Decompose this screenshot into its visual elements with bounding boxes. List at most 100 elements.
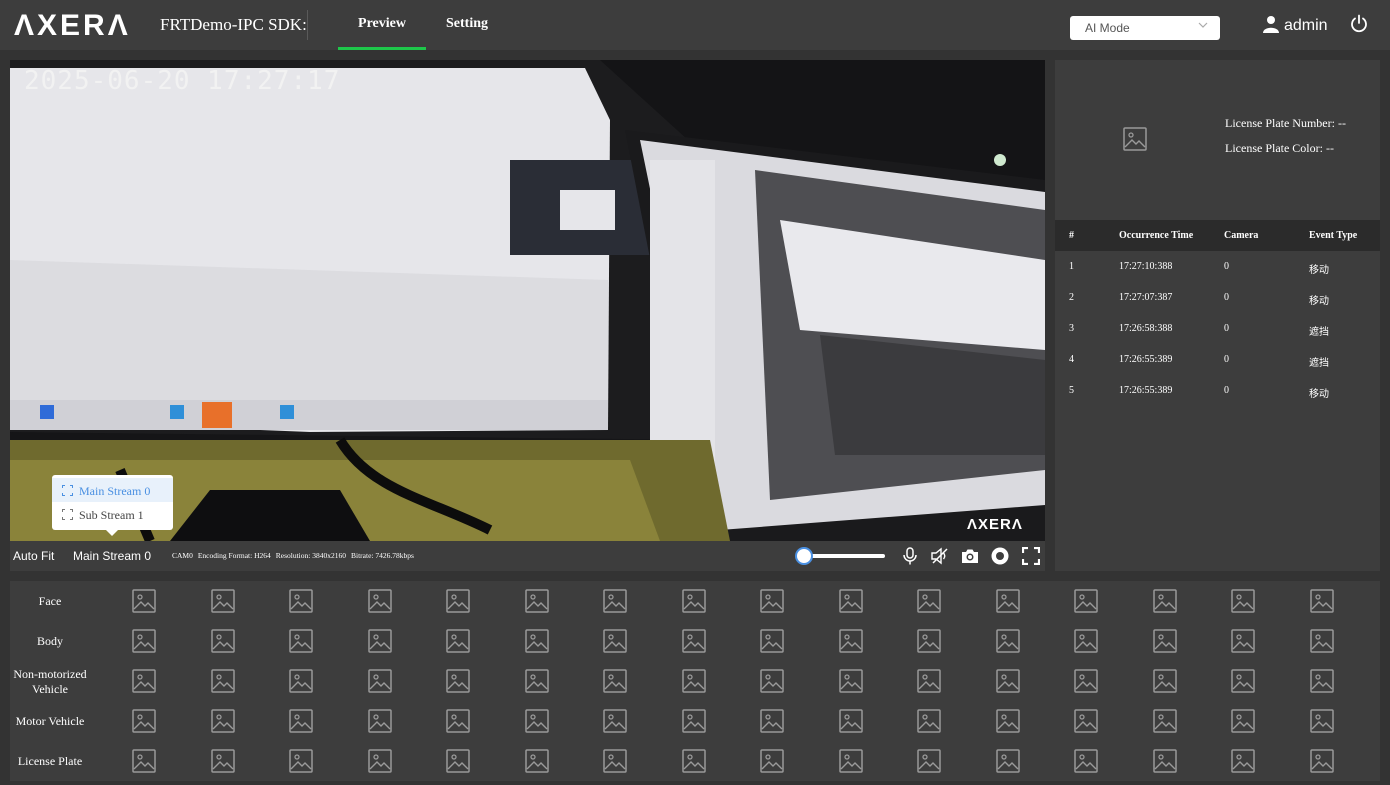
image-placeholder-icon[interactable]: [1152, 589, 1177, 613]
image-placeholder-icon[interactable]: [760, 709, 784, 733]
image-placeholder-icon[interactable]: [210, 589, 235, 613]
volume-slider-track[interactable]: [806, 554, 885, 558]
camera-snapshot-icon[interactable]: [961, 547, 979, 565]
image-placeholder-icon[interactable]: [1231, 709, 1255, 733]
table-row[interactable]: 3 17:26:58:388 0 遮挡: [1055, 282, 1380, 338]
image-placeholder-icon[interactable]: [681, 589, 706, 613]
power-icon[interactable]: [1349, 14, 1369, 34]
image-placeholder-icon[interactable]: [603, 589, 627, 613]
image-placeholder-icon[interactable]: [1152, 669, 1177, 693]
image-placeholder-icon[interactable]: [1231, 669, 1255, 693]
image-placeholder-icon[interactable]: [838, 669, 863, 693]
image-placeholder-icon[interactable]: [289, 629, 313, 653]
image-placeholder-icon[interactable]: [995, 669, 1020, 693]
user-name[interactable]: admin: [1284, 17, 1328, 35]
image-placeholder-icon[interactable]: [681, 749, 706, 773]
image-placeholder-icon[interactable]: [917, 629, 941, 653]
image-placeholder-icon[interactable]: [1231, 629, 1255, 653]
image-placeholder-icon[interactable]: [210, 709, 235, 733]
user-icon[interactable]: [1262, 15, 1280, 33]
microphone-icon[interactable]: [901, 547, 919, 565]
image-placeholder-icon[interactable]: [603, 709, 627, 733]
stream-select-button[interactable]: Main Stream 0: [73, 549, 151, 563]
fullscreen-icon[interactable]: [1022, 547, 1040, 565]
image-placeholder-icon[interactable]: [995, 589, 1020, 613]
image-placeholder-icon[interactable]: [446, 749, 470, 773]
image-placeholder-icon[interactable]: [603, 629, 627, 653]
image-placeholder-icon[interactable]: [289, 669, 313, 693]
image-placeholder-icon[interactable]: [917, 669, 941, 693]
table-row[interactable]: 2 17:27:07:387 0 移动: [1055, 251, 1380, 307]
image-placeholder-icon[interactable]: [289, 749, 313, 773]
image-placeholder-icon[interactable]: [1074, 749, 1098, 773]
stream-option-main[interactable]: Main Stream 0: [52, 478, 173, 502]
image-placeholder-icon[interactable]: [681, 629, 706, 653]
volume-slider-handle[interactable]: [795, 547, 813, 565]
image-placeholder-icon[interactable]: [524, 669, 549, 693]
image-placeholder-icon[interactable]: [1152, 709, 1177, 733]
image-placeholder-icon[interactable]: [681, 669, 706, 693]
image-placeholder-icon[interactable]: [210, 749, 235, 773]
image-placeholder-icon[interactable]: [1074, 669, 1098, 693]
image-placeholder-icon[interactable]: [446, 669, 470, 693]
image-placeholder-icon[interactable]: [838, 589, 863, 613]
image-placeholder-icon[interactable]: [367, 709, 392, 733]
image-placeholder-icon[interactable]: [1074, 589, 1098, 613]
image-placeholder-icon[interactable]: [838, 749, 863, 773]
image-placeholder-icon[interactable]: [917, 589, 941, 613]
table-row[interactable]: 4 17:26:55:389 0 遮挡: [1055, 313, 1380, 369]
image-placeholder-icon[interactable]: [289, 589, 313, 613]
table-row[interactable]: 5 17:26:55:389 0 移动: [1055, 344, 1380, 400]
image-placeholder-icon[interactable]: [760, 749, 784, 773]
image-placeholder-icon[interactable]: [446, 589, 470, 613]
image-placeholder-icon[interactable]: [132, 749, 156, 773]
image-placeholder-icon[interactable]: [603, 749, 627, 773]
image-placeholder-icon[interactable]: [917, 709, 941, 733]
image-placeholder-icon[interactable]: [210, 669, 235, 693]
image-placeholder-icon[interactable]: [367, 629, 392, 653]
image-placeholder-icon[interactable]: [289, 709, 313, 733]
image-placeholder-icon[interactable]: [524, 629, 549, 653]
image-placeholder-icon[interactable]: [760, 589, 784, 613]
table-row[interactable]: 1 17:27:10:388 0 移动: [1055, 220, 1380, 276]
image-placeholder-icon[interactable]: [1309, 669, 1334, 693]
image-placeholder-icon[interactable]: [838, 629, 863, 653]
image-placeholder-icon[interactable]: [132, 629, 156, 653]
mode-select[interactable]: AI Mode: [1070, 16, 1220, 40]
image-placeholder-icon[interactable]: [1309, 749, 1334, 773]
video-stream[interactable]: hp 2025-06-20 17:27:17 ΛXERΛ: [10, 60, 1045, 541]
image-placeholder-icon[interactable]: [1309, 629, 1334, 653]
image-placeholder-icon[interactable]: [995, 629, 1020, 653]
auto-fit-button[interactable]: Auto Fit: [13, 549, 54, 563]
record-icon[interactable]: [991, 547, 1009, 565]
image-placeholder-icon[interactable]: [446, 629, 470, 653]
image-placeholder-icon[interactable]: [524, 589, 549, 613]
image-placeholder-icon[interactable]: [760, 629, 784, 653]
image-placeholder-icon[interactable]: [760, 669, 784, 693]
image-placeholder-icon[interactable]: [524, 709, 549, 733]
image-placeholder-icon[interactable]: [1074, 709, 1098, 733]
image-placeholder-icon[interactable]: [1309, 589, 1334, 613]
stream-option-sub[interactable]: Sub Stream 1: [52, 502, 173, 526]
image-placeholder-icon[interactable]: [995, 749, 1020, 773]
image-placeholder-icon[interactable]: [1231, 749, 1255, 773]
image-placeholder-icon[interactable]: [603, 669, 627, 693]
image-placeholder-icon[interactable]: [917, 749, 941, 773]
image-placeholder-icon[interactable]: [1074, 629, 1098, 653]
image-placeholder-icon[interactable]: [132, 669, 156, 693]
image-placeholder-icon[interactable]: [132, 589, 156, 613]
image-placeholder-icon[interactable]: [367, 669, 392, 693]
image-placeholder-icon[interactable]: [838, 709, 863, 733]
image-placeholder-icon[interactable]: [367, 749, 392, 773]
tab-setting[interactable]: Setting: [446, 16, 488, 32]
speaker-muted-icon[interactable]: [931, 547, 949, 565]
image-placeholder-icon[interactable]: [1309, 709, 1334, 733]
image-placeholder-icon[interactable]: [1152, 749, 1177, 773]
image-placeholder-icon[interactable]: [1231, 589, 1255, 613]
image-placeholder-icon[interactable]: [995, 709, 1020, 733]
image-placeholder-icon[interactable]: [367, 589, 392, 613]
image-placeholder-icon[interactable]: [681, 709, 706, 733]
image-placeholder-icon[interactable]: [524, 749, 549, 773]
image-placeholder-icon[interactable]: [210, 629, 235, 653]
image-placeholder-icon[interactable]: [132, 709, 156, 733]
